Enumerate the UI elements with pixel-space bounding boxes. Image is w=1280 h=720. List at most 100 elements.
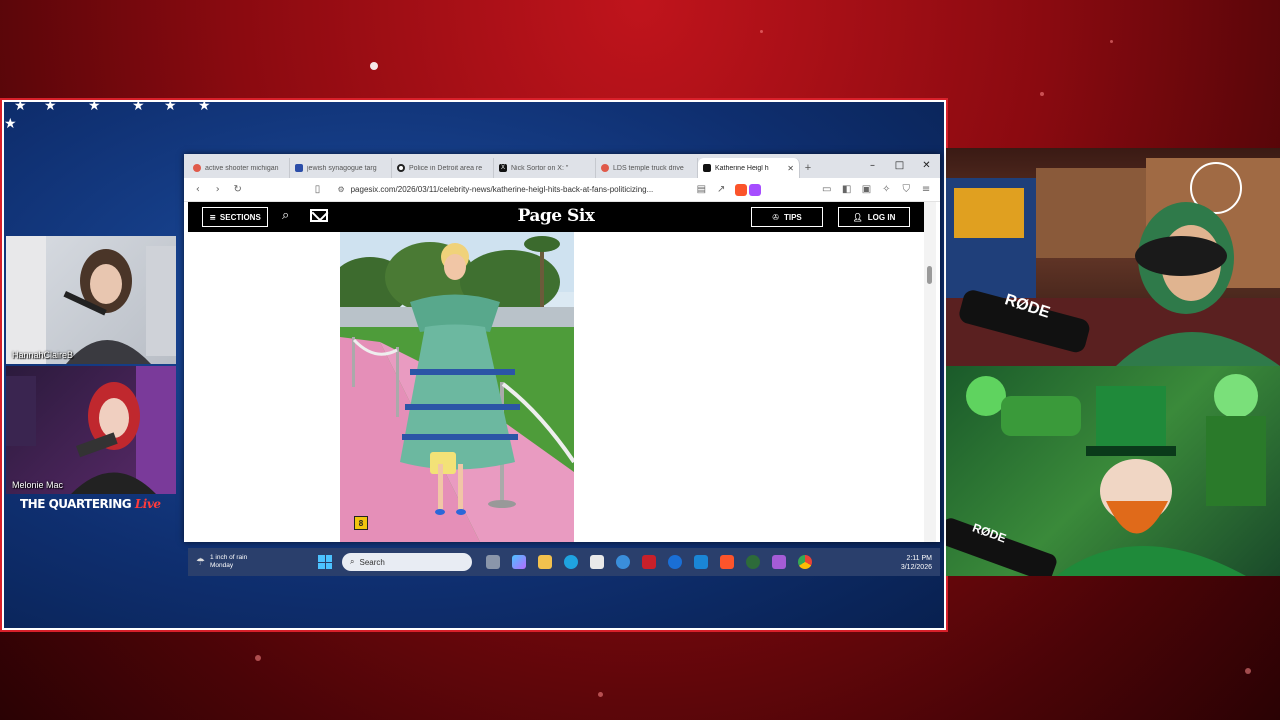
- scrollbar-thumb[interactable]: [927, 266, 932, 284]
- sparkle: [1245, 668, 1251, 674]
- back-icon[interactable]: ‹: [192, 184, 204, 195]
- stream-overlay-frame: ★ ★ ★ ★ ★ ★ ★ active shooter michigan je…: [0, 98, 948, 632]
- edge-icon[interactable]: [564, 555, 578, 569]
- weather-widget[interactable]: ☂ 1 inch of rain Monday: [196, 554, 247, 570]
- system-clock[interactable]: 2:11 PM 3/12/2026: [901, 554, 932, 572]
- tab-katherine-heigl[interactable]: Katherine Heigl h ✕: [698, 158, 800, 178]
- copilot-icon[interactable]: [512, 555, 526, 569]
- x-logo-icon: X: [499, 164, 507, 172]
- search-icon: ⌕: [350, 557, 355, 566]
- webcam-leprechaun: RØDE: [946, 366, 1280, 576]
- brave-rewards-icon[interactable]: [748, 183, 761, 196]
- webcam-scene: [6, 366, 176, 494]
- brave-icon[interactable]: [720, 555, 734, 569]
- tab-police-detroit[interactable]: Police in Detroit area re: [392, 158, 494, 178]
- taskbar-search-box[interactable]: ⌕ Search: [342, 553, 472, 571]
- sparkle: [370, 62, 378, 70]
- webcam-hannah: HannahClaireB: [6, 236, 176, 364]
- share-icon[interactable]: ↗: [715, 184, 727, 195]
- minimize-button[interactable]: –: [859, 154, 886, 178]
- article-photo[interactable]: 8: [340, 232, 574, 542]
- sparkle: [598, 692, 603, 697]
- hp-icon[interactable]: [668, 555, 682, 569]
- app-icon[interactable]: [746, 555, 760, 569]
- tab-label: Nick Sortor on X: ": [511, 164, 569, 172]
- tab-label: LDS temple truck drive: [613, 164, 684, 172]
- wallet-icon[interactable]: ▣: [861, 184, 873, 195]
- photo-scene: [340, 232, 574, 542]
- clock-date: 3/12/2026: [900, 564, 932, 571]
- new-tab-button[interactable]: +: [800, 158, 816, 178]
- tab-favicon-icon: [601, 164, 609, 172]
- page-scrollbar[interactable]: [924, 202, 936, 542]
- forward-icon[interactable]: ›: [212, 184, 224, 195]
- login-label: LOG IN: [867, 212, 896, 222]
- tab-lds-temple[interactable]: LDS temple truck drive: [596, 158, 698, 178]
- login-button[interactable]: 👤︎ LOG IN: [838, 207, 910, 227]
- vpn-icon[interactable]: ⛉: [900, 184, 912, 195]
- pagesix-favicon-icon: [703, 164, 711, 172]
- search-placeholder: Search: [359, 557, 385, 567]
- star-icon: ★: [198, 98, 211, 114]
- maximize-button[interactable]: □: [886, 154, 913, 178]
- clock-time: 2:11 PM: [906, 555, 932, 562]
- cast-icon[interactable]: ▭: [821, 184, 833, 195]
- tab-active-shooter[interactable]: active shooter michigan: [188, 158, 290, 178]
- cam-name-label: Melonie Mac: [12, 480, 64, 490]
- star-icon: ★: [88, 98, 101, 114]
- webcam-scene: [946, 374, 1266, 576]
- site-logo[interactable]: Page Six: [488, 206, 624, 226]
- store-icon[interactable]: [590, 555, 604, 569]
- task-view-icon[interactable]: [486, 555, 500, 569]
- bookmark-icon[interactable]: ▯: [312, 184, 324, 195]
- tab-favicon-icon: [397, 164, 405, 172]
- star-icon: ★: [164, 98, 177, 114]
- sparkle: [1040, 92, 1044, 96]
- chrome-icon[interactable]: [798, 555, 812, 569]
- leo-ai-icon[interactable]: ✧: [880, 184, 892, 195]
- close-button[interactable]: ✕: [913, 154, 940, 178]
- windows-start-button[interactable]: [318, 555, 332, 569]
- file-explorer-icon[interactable]: [538, 555, 552, 569]
- browser-window: active shooter michigan jewish synagogue…: [184, 154, 940, 542]
- gallery-count-badge[interactable]: 8: [354, 516, 368, 530]
- tab-label: active shooter michigan: [205, 164, 279, 172]
- mail-icon[interactable]: [310, 209, 328, 222]
- webcam-melonie: Melonie Mac: [6, 366, 176, 494]
- sparkle: [1110, 40, 1113, 43]
- reader-icon[interactable]: ▤: [695, 184, 707, 195]
- sections-label: SECTIONS: [219, 212, 261, 222]
- tab-label: jewish synagogue targ: [307, 164, 377, 172]
- browser-toolbar: ‹ › ↻ ▯ ⚙ pagesix.com/2026/03/11/celebri…: [184, 178, 940, 202]
- sidebar-icon[interactable]: ◧: [841, 184, 853, 195]
- window-controls: – □ ✕: [859, 154, 940, 178]
- mcafee-icon[interactable]: [642, 555, 656, 569]
- tips-icon: ✇: [772, 212, 779, 222]
- mail-app-icon[interactable]: [694, 555, 708, 569]
- reload-icon[interactable]: ↻: [232, 184, 244, 195]
- tips-label: TIPS: [783, 212, 802, 222]
- tips-button[interactable]: ✇ TIPS: [751, 207, 823, 227]
- webcam-host: RØDE: [946, 148, 1280, 366]
- tab-close-icon[interactable]: ✕: [787, 164, 794, 173]
- site-header: ≡ SECTIONS ⌕ Page Six ✇ TIPS 👤︎ LOG IN: [188, 202, 924, 232]
- user-icon: 👤︎: [852, 212, 863, 222]
- star-icon: ★: [4, 116, 17, 132]
- weather-line1: 1 inch of rain: [209, 554, 248, 561]
- sections-button[interactable]: ≡ SECTIONS: [202, 207, 268, 227]
- webcam-scene: [6, 236, 176, 364]
- tab-strip: active shooter michigan jewish synagogue…: [184, 154, 940, 178]
- app-icon[interactable]: [772, 555, 786, 569]
- tab-synagogue[interactable]: jewish synagogue targ: [290, 158, 392, 178]
- sparkle: [760, 30, 763, 33]
- menu-icon[interactable]: ≡: [920, 184, 932, 195]
- address-bar[interactable]: ⚙ pagesix.com/2026/03/11/celebrity-news/…: [331, 181, 687, 199]
- site-info-icon[interactable]: ⚙: [337, 185, 344, 194]
- star-icon: ★: [14, 98, 27, 114]
- brave-shields-icon[interactable]: [735, 183, 747, 196]
- hamburger-icon: ≡: [209, 212, 216, 222]
- search-icon[interactable]: ⌕: [282, 208, 289, 223]
- tab-label: Katherine Heigl h: [715, 164, 769, 172]
- tab-nick-sortor[interactable]: X Nick Sortor on X: ": [494, 158, 596, 178]
- app-icon[interactable]: [616, 555, 630, 569]
